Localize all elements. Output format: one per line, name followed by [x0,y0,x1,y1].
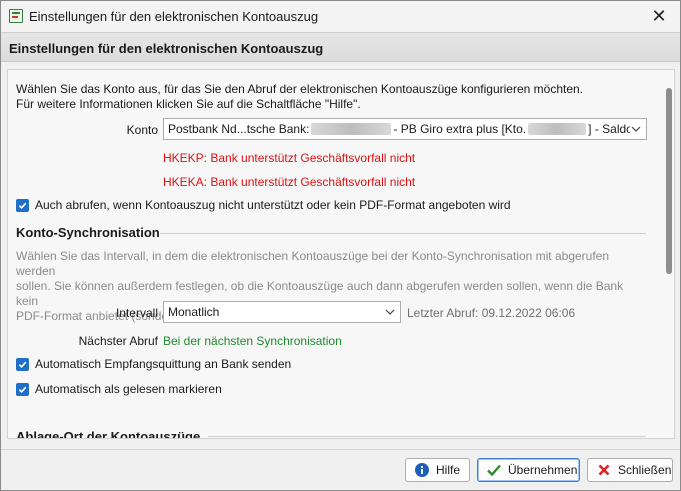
interval-value: Monatlich [168,305,220,319]
intro-line-1: Wählen Sie das Konto aus, für das Sie de… [16,82,584,96]
checkmark-icon [486,462,502,478]
chevron-down-icon [630,122,642,136]
close-red-icon [596,462,612,478]
error-hkeka: HKEKA: Bank unterstützt Geschäftsvorfall… [163,175,416,189]
checkbox-checked-icon[interactable] [16,382,29,396]
header-band: Einstellungen für den elektronischen Kon… [1,32,680,62]
error-hkekp: HKEKP: Bank unterstützt Geschäftsvorfall… [163,151,416,165]
apply-button[interactable]: Übernehmen [477,458,580,482]
scrollbar-thumb[interactable] [666,88,672,274]
settings-panel: Wählen Sie das Konto aus, für das Sie de… [7,69,675,439]
checkbox-auto-receipt[interactable]: Automatisch Empfangsquittung an Bank sen… [16,357,291,371]
app-icon [9,9,23,23]
checkbox-checked-icon[interactable] [16,198,29,212]
sync-description-line-1: Wählen Sie das Intervall, in dem die ele… [16,249,610,278]
section-title-sync: Konto-Synchronisation [16,225,160,240]
help-button[interactable]: Hilfe [405,458,470,482]
checkbox-also-fetch[interactable]: Auch abrufen, wenn Kontoauszug nicht unt… [16,198,511,212]
intro-text: Wählen Sie das Konto aus, für das Sie de… [16,82,636,112]
konto-value-part-2: - PB Giro extra plus [Kto. [393,122,527,136]
section-divider [208,436,646,437]
konto-label: Konto [126,123,158,137]
close-window-button[interactable]: ✕ [644,4,674,28]
checkbox-auto-read[interactable]: Automatisch als gelesen markieren [16,382,222,396]
interval-select[interactable]: Monatlich [163,301,401,323]
section-divider [160,233,646,234]
last-fetch-text: Letzter Abruf: 09.12.2022 06:06 [407,306,576,320]
title-bar: Einstellungen für den elektronischen Kon… [1,1,680,32]
redacted-account-number [528,123,587,135]
section-title-storage: Ablage-Ort der Kontoauszüge [16,429,201,439]
info-icon [414,462,430,478]
header-title: Einstellungen für den elektronischen Kon… [9,41,324,56]
konto-select[interactable]: Postbank Nd...tsche Bank: - PB Giro extr… [163,118,647,140]
close-button-label: Schließen [618,463,672,477]
dialog-window: Einstellungen für den elektronischen Kon… [0,0,681,491]
apply-button-label: Übernehmen [508,463,578,477]
footer-divider [1,449,680,450]
chevron-down-icon [384,305,396,319]
konto-value-part-1: Postbank Nd...tsche Bank: [168,122,310,136]
interval-label: Intervall [115,306,158,320]
redacted-bank-name [311,123,392,135]
vertical-scrollbar[interactable] [666,88,672,432]
checkbox-auto-read-label: Automatisch als gelesen markieren [35,382,222,396]
close-button[interactable]: Schließen [587,458,673,482]
window-title: Einstellungen für den elektronischen Kon… [29,9,319,24]
close-icon: ✕ [651,5,667,26]
checkbox-auto-receipt-label: Automatisch Empfangsquittung an Bank sen… [35,357,292,371]
checkbox-checked-icon[interactable] [16,357,29,371]
next-fetch-value: Bei der nächsten Synchronisation [163,334,342,348]
help-button-label: Hilfe [436,463,461,477]
konto-value-part-3: ] - Saldo: [588,122,637,136]
intro-line-2: Für weitere Informationen klicken Sie au… [16,97,361,111]
next-fetch-label: Nächster Abruf [78,334,158,348]
checkbox-also-fetch-label: Auch abrufen, wenn Kontoauszug nicht unt… [35,198,511,212]
